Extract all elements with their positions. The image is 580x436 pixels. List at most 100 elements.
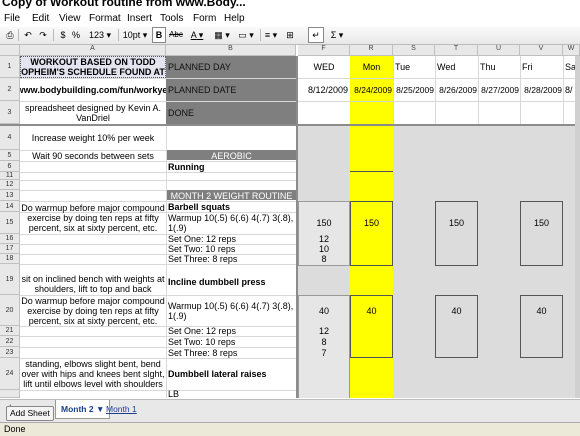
row-header[interactable]: 6 [0, 161, 20, 172]
rest-time-note-cell[interactable]: Wait 90 seconds between sets [20, 150, 166, 161]
set-three-cell[interactable]: Set Three: 8 reps [168, 254, 296, 264]
strikethrough-button[interactable]: Abc [168, 28, 184, 42]
column-header-b[interactable]: B [166, 45, 296, 56]
row-header[interactable]: 14 [0, 201, 20, 212]
row-header[interactable]: 22 [0, 336, 20, 347]
day-cell-f[interactable]: WED [298, 56, 350, 78]
squat-set1-f[interactable]: 12 [298, 234, 350, 244]
warmup-note-cell[interactable]: Do warmup before major compound exercise… [20, 201, 166, 234]
date-cell-r[interactable]: 8/24/2009 [350, 78, 393, 101]
set-one-cell[interactable]: Set One: 12 reps [168, 234, 296, 244]
row-header[interactable]: 18 [0, 254, 20, 264]
squat-weight-r[interactable]: 150 [350, 212, 393, 234]
press-weight-v[interactable]: 40 [520, 295, 563, 326]
add-sheet-button[interactable]: Add Sheet [6, 406, 54, 421]
day-cell-v[interactable]: Fri [520, 56, 563, 78]
menu-help[interactable]: Help [224, 13, 245, 24]
row-header[interactable]: 2 [0, 78, 20, 101]
planned-date-label[interactable]: PLANNED DATE [168, 78, 296, 101]
date-cell-v[interactable]: 8/28/2009 [520, 78, 563, 101]
exercise-dumbbell-lateral-raises[interactable]: Dumbbell lateral raises [168, 358, 296, 390]
text-color-button[interactable]: A ▾ [188, 28, 206, 42]
day-cell-s[interactable]: Tue [393, 56, 435, 78]
squat-weight-t[interactable]: 150 [435, 212, 478, 234]
exercise-barbell-squats[interactable]: Barbell squats [168, 201, 296, 212]
day-cell-t[interactable]: Wed [435, 56, 478, 78]
row-header[interactable]: 15 [0, 212, 20, 234]
menu-format[interactable]: Format [89, 13, 121, 24]
undo-icon[interactable]: ↶ [22, 28, 34, 42]
weight-routine-header[interactable]: MONTH 2 WEIGHT ROUTINE [167, 190, 296, 201]
row-header[interactable]: 12 [0, 180, 20, 190]
column-header-w[interactable]: W [563, 45, 580, 56]
wrap-text-icon[interactable]: ↵ [308, 27, 324, 43]
date-cell-u[interactable]: 8/27/2009 [478, 78, 520, 101]
running-label[interactable]: Running [168, 161, 296, 172]
column-header-r[interactable]: R [350, 45, 393, 56]
tab-month-1[interactable]: Month 1 [106, 404, 137, 414]
number-format-dropdown[interactable]: 123 ▾ [86, 28, 114, 42]
press-set2-f[interactable]: 8 [298, 336, 350, 347]
workout-title-cell[interactable]: WORKOUT BASED ON TODD OPHEIM'S SCHEDULE … [20, 56, 166, 78]
merge-cells-icon[interactable]: ⊞ [284, 28, 296, 42]
running-cell-r[interactable] [350, 161, 393, 172]
set-three-cell-2[interactable]: Set Three: 8 reps [168, 347, 296, 358]
designer-credit-cell[interactable]: spreadsheet designed by Kevin A. VanDrie… [20, 101, 166, 124]
vertical-scrollbar[interactable] [575, 56, 580, 398]
percent-format-button[interactable]: % [71, 28, 81, 42]
day-cell-u[interactable]: Thu [478, 56, 520, 78]
row-header[interactable]: 20 [0, 295, 20, 326]
warmup-note-cell-2[interactable]: Do warmup before major compound exercise… [20, 295, 166, 326]
row-header[interactable]: 13 [0, 190, 20, 201]
row-header[interactable]: 11 [0, 172, 20, 180]
date-cell-t[interactable]: 8/26/2009 [435, 78, 478, 101]
warmup-scheme-cell[interactable]: Warmup 10(.5) 6(.6) 4(.7) 3(.8), 1(.9) [168, 212, 296, 234]
menu-tools[interactable]: Tools [160, 13, 183, 24]
column-header-a[interactable]: A [20, 45, 166, 56]
press-set3-f[interactable]: 7 [298, 347, 350, 358]
row-header[interactable]: 3 [0, 101, 20, 124]
column-header-f[interactable]: F [298, 45, 350, 56]
menu-form[interactable]: Form [193, 13, 216, 24]
menu-view[interactable]: View [59, 13, 81, 24]
font-size-dropdown[interactable]: 10pt ▾ [121, 28, 149, 42]
day-cell-r[interactable]: Mon [350, 56, 393, 78]
planned-day-label[interactable]: PLANNED DAY [168, 56, 296, 78]
row-header[interactable]: 16 [0, 234, 20, 244]
press-set1-f[interactable]: 12 [298, 326, 350, 336]
weight-increase-note-cell[interactable]: Increase weight 10% per week [20, 126, 166, 150]
sum-dropdown[interactable]: Σ ▾ [328, 28, 346, 42]
done-label[interactable]: DONE [168, 101, 296, 124]
squat-weight-v[interactable]: 150 [520, 212, 563, 234]
column-header-s[interactable]: S [393, 45, 435, 56]
menu-edit[interactable]: Edit [32, 13, 49, 24]
set-one-cell-2[interactable]: Set One: 12 reps [168, 326, 296, 336]
row-header[interactable] [0, 390, 20, 398]
menu-insert[interactable]: Insert [127, 13, 152, 24]
date-cell-s[interactable]: 8/25/2009 [393, 78, 435, 101]
select-all-corner[interactable] [0, 45, 20, 56]
align-icon[interactable]: ≡ ▾ [263, 28, 279, 42]
lateral-raise-note-cell[interactable]: standing, elbows slight bent, bend over … [20, 358, 166, 390]
tab-month-2[interactable]: Month 2 ▼ [55, 400, 111, 419]
borders-icon[interactable]: ▭ ▾ [236, 28, 256, 42]
row-header[interactable]: 5 [0, 150, 20, 161]
print-icon[interactable]: ⎙ [4, 28, 16, 42]
set-two-cell[interactable]: Set Two: 10 reps [168, 244, 296, 254]
set-two-cell-2[interactable]: Set Two: 10 reps [168, 336, 296, 347]
row-header[interactable]: 4 [0, 126, 20, 150]
row-header[interactable]: 1 [0, 56, 20, 78]
row-header[interactable]: 24 [0, 358, 20, 390]
exercise-incline-dumbbell-press[interactable]: Incline dumbbell press [168, 264, 296, 295]
warmup-scheme-cell-2[interactable]: Warmup 10(.5) 6(.6) 4(.7) 3(.8), 1(.9) [168, 295, 296, 326]
bold-button[interactable]: B [152, 27, 166, 43]
squat-set2-f[interactable]: 10 [298, 244, 350, 254]
column-header-t[interactable]: T [435, 45, 478, 56]
squat-set3-f[interactable]: 8 [298, 254, 350, 264]
currency-format-button[interactable]: $ [58, 28, 68, 42]
fill-color-icon[interactable]: ▦ ▾ [212, 28, 232, 42]
press-weight-f[interactable]: 40 [298, 295, 350, 326]
date-cell-f[interactable]: 8/12/2009 [298, 78, 350, 101]
row-header[interactable]: 23 [0, 347, 20, 358]
press-weight-t[interactable]: 40 [435, 295, 478, 326]
